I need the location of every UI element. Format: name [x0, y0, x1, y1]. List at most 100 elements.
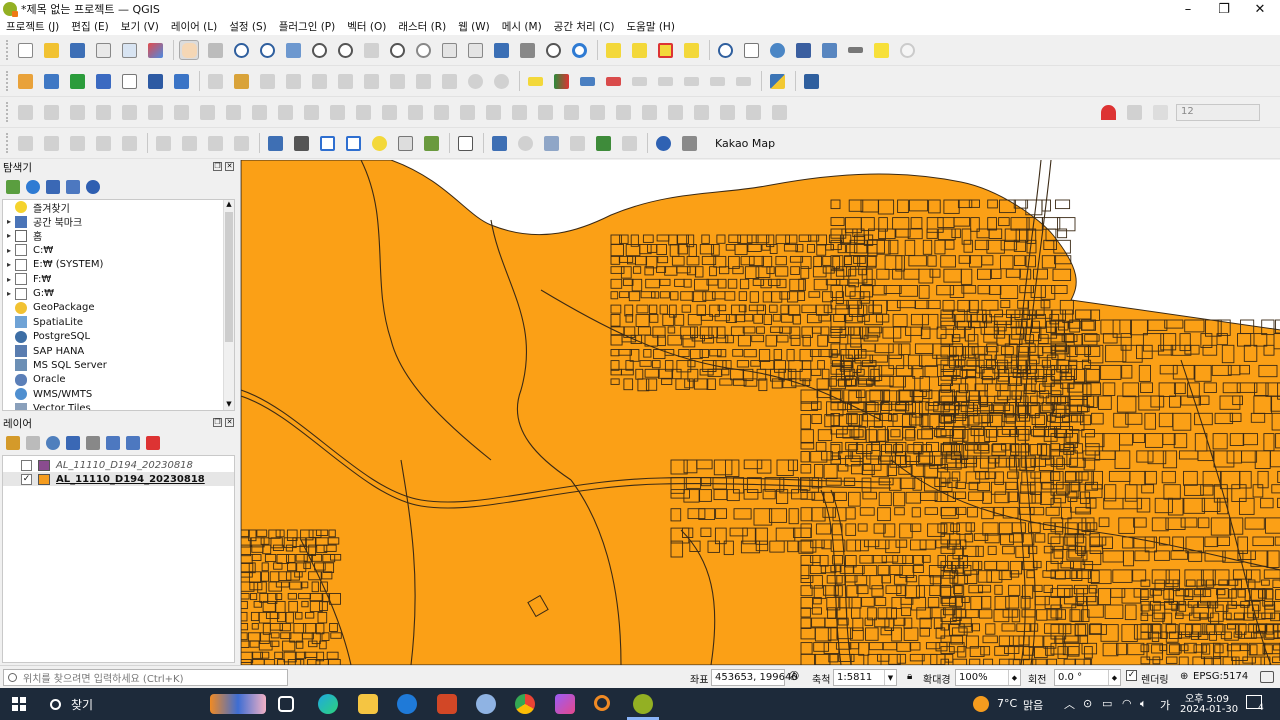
processing-toolbox-button[interactable]: [767, 40, 787, 60]
battery-icon[interactable]: ▭: [1102, 697, 1112, 710]
collapse-all-icon[interactable]: [126, 436, 140, 450]
digitize-tool-3[interactable]: [67, 102, 87, 122]
browser-item[interactable]: ▸ F:₩: [3, 272, 234, 286]
clock-time[interactable]: 오후 5:09: [1185, 690, 1229, 705]
digitize-tool-24[interactable]: [613, 102, 633, 122]
magnifier-spinbox[interactable]: 100% ◆: [955, 669, 1021, 686]
menu-view[interactable]: 보기 (V): [121, 19, 159, 34]
menu-vector[interactable]: 벡터 (O): [347, 19, 386, 34]
rectangle-tool-button[interactable]: [93, 133, 113, 153]
add-feature-button[interactable]: [283, 71, 303, 91]
digitize-tool-6[interactable]: [145, 102, 165, 122]
layer-diagram-button[interactable]: [577, 71, 597, 91]
digitize-tool-21[interactable]: [535, 102, 555, 122]
filter-legend-icon[interactable]: [66, 436, 80, 450]
digitize-tool-7[interactable]: [171, 102, 191, 122]
browser-item[interactable]: GeoPackage: [3, 301, 234, 315]
label-toolbar-button[interactable]: [525, 71, 545, 91]
open-project-button[interactable]: [41, 40, 61, 60]
menu-mesh[interactable]: 메시 (M): [502, 19, 542, 34]
wifi-icon[interactable]: ◠: [1122, 697, 1132, 710]
toolbar-grip[interactable]: [6, 40, 9, 60]
measure-button[interactable]: [845, 40, 865, 60]
layer-row[interactable]: AL_11110_D194_20230818: [3, 458, 234, 472]
chevron-down-icon[interactable]: ▼: [884, 670, 896, 685]
zoom-last-button[interactable]: [387, 40, 407, 60]
browser-item[interactable]: 즐겨찾기: [3, 200, 234, 215]
georeferencer-button[interactable]: [541, 133, 561, 153]
browser-item[interactable]: ▸ 홈: [3, 229, 234, 243]
deselect-button[interactable]: [655, 40, 675, 60]
snap-tolerance-spinbox[interactable]: 12: [1176, 103, 1260, 121]
add-selected-layers-icon[interactable]: [6, 180, 20, 194]
map-layer-button[interactable]: [593, 133, 613, 153]
zoom-full-button[interactable]: [283, 40, 303, 60]
app-icon[interactable]: [476, 694, 496, 714]
map-tool-button[interactable]: [619, 133, 639, 153]
expand-arrow-icon[interactable]: ▸: [3, 260, 15, 269]
digitize-tool-19[interactable]: [483, 102, 503, 122]
menu-processing[interactable]: 공간 처리 (C): [554, 19, 615, 34]
modify-attributes-button[interactable]: [335, 71, 355, 91]
filter-expression-icon[interactable]: [86, 436, 100, 450]
maximize-button[interactable]: ❐: [1206, 0, 1242, 18]
attribute-tool-button[interactable]: [67, 133, 87, 153]
pan-to-selection-button[interactable]: [205, 40, 225, 60]
powerpoint-icon[interactable]: [437, 694, 457, 714]
text-format-button[interactable]: [455, 133, 475, 153]
menu-raster[interactable]: 래스터 (R): [398, 19, 446, 34]
coordinate-field[interactable]: 453653, 199640: [711, 669, 798, 686]
highlight-pinned-labels-button[interactable]: [603, 71, 623, 91]
map-tips-button[interactable]: [871, 40, 891, 60]
zoom-native-button[interactable]: [361, 40, 381, 60]
info-button[interactable]: [653, 133, 673, 153]
sun-weather-icon[interactable]: [973, 696, 989, 712]
clock-date[interactable]: 2024-01-30: [1180, 704, 1238, 715]
digitize-tool-22[interactable]: [561, 102, 581, 122]
map-swipe-button[interactable]: [567, 133, 587, 153]
taskbar-search[interactable]: 찾기: [40, 688, 210, 720]
zoom-to-layer-button[interactable]: [335, 40, 355, 60]
add-part-button[interactable]: [343, 133, 363, 153]
paste-features-button[interactable]: [439, 71, 459, 91]
scale-combobox[interactable]: 1:5811 ▼: [833, 669, 897, 686]
scroll-down-icon[interactable]: ▼: [224, 400, 234, 410]
rotation-spinbox[interactable]: 0.0 ° ◆: [1054, 669, 1121, 686]
float-panel-icon[interactable]: ❐: [213, 162, 222, 171]
add-vector-layer-button[interactable]: [67, 71, 87, 91]
locator-search-input[interactable]: 위치를 찾으려면 입력하세요 (Ctrl+K): [3, 669, 288, 686]
select-tool-button[interactable]: [41, 133, 61, 153]
add-ring-button[interactable]: [317, 133, 337, 153]
digitize-tool-9[interactable]: [223, 102, 243, 122]
browser-item[interactable]: Vector Tiles: [3, 401, 234, 410]
chevron-up-icon[interactable]: ︿: [1064, 696, 1075, 712]
layout-manager-button[interactable]: [119, 40, 139, 60]
map-canvas[interactable]: [240, 160, 1280, 665]
wrench-button[interactable]: [679, 133, 699, 153]
collapse-all-icon[interactable]: [66, 180, 80, 194]
select-features-button[interactable]: [603, 40, 623, 60]
messages-icon[interactable]: [1260, 671, 1274, 683]
browser-scrollbar[interactable]: ▲ ▼: [223, 200, 234, 410]
menu-plugins[interactable]: 플러그인 (P): [279, 19, 336, 34]
digitize-tool-17[interactable]: [431, 102, 451, 122]
digitize-tool-8[interactable]: [197, 102, 217, 122]
coordinate-toggle-icon[interactable]: ✇: [789, 669, 799, 683]
add-raster-layer-button[interactable]: [93, 71, 113, 91]
app-icon[interactable]: [555, 694, 575, 714]
expand-arrow-icon[interactable]: ▸: [3, 289, 15, 298]
digitize-tool-1[interactable]: [15, 102, 35, 122]
new-project-button[interactable]: [15, 40, 35, 60]
snapping-type-button[interactable]: [1150, 102, 1170, 122]
expand-arrow-icon[interactable]: ▸: [3, 217, 15, 226]
browser-item[interactable]: ▸ G:₩: [3, 286, 234, 300]
browser-item[interactable]: ▸ E:₩ (SYSTEM): [3, 258, 234, 272]
browser-item[interactable]: ▸ 공간 북마크: [3, 214, 234, 229]
close-panel-icon[interactable]: ✕: [225, 418, 234, 427]
new-3d-view-button[interactable]: [465, 40, 485, 60]
expand-all-icon[interactable]: [106, 436, 120, 450]
rotate-label-button[interactable]: [707, 71, 727, 91]
help-button[interactable]: [801, 71, 821, 91]
browser-item[interactable]: WMS/WMTS: [3, 387, 234, 401]
tray-app-icon[interactable]: ⊙: [1083, 697, 1092, 710]
